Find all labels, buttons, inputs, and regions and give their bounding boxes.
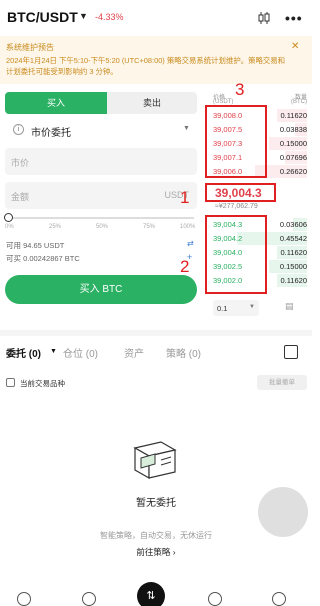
- qty-unit: (BTC): [291, 99, 307, 105]
- tick-100: 100%: [180, 224, 196, 230]
- ask-qty: 0.07696: [279, 153, 307, 162]
- maintenance-notice: 系统维护预告 2024年1月24日 下午5:10-下午5:20 (UTC+08:…: [0, 36, 312, 84]
- close-icon[interactable]: ✕: [291, 41, 299, 52]
- bid-qty: 0.11620: [280, 276, 307, 285]
- bid-qty: 0.03606: [279, 220, 307, 229]
- tab-sell[interactable]: 卖出: [107, 92, 197, 114]
- orders-tabs: 委托 (0) ▼ 仓位 (0) 资产 策略 (0): [0, 343, 312, 363]
- order-history-icon[interactable]: [284, 345, 298, 359]
- bottom-nav: ⇅: [0, 582, 312, 606]
- chevron-down-icon[interactable]: ▼: [50, 348, 57, 355]
- tick-0: 0%: [5, 224, 14, 230]
- annotation-label-bids: 2: [180, 257, 190, 276]
- floating-assistant-button[interactable]: [258, 487, 308, 537]
- amount-slider-handle[interactable]: [4, 213, 13, 222]
- chevron-down-icon[interactable]: ▼: [79, 11, 88, 21]
- order-type-label: 市价委托: [31, 128, 71, 139]
- annotation-box-bids: [205, 215, 267, 294]
- pair-title[interactable]: BTC/USDT: [7, 9, 78, 25]
- tab-orders[interactable]: 委托 (0): [6, 345, 41, 360]
- chevron-down-icon: ▼: [249, 304, 255, 310]
- current-pair-checkbox[interactable]: [6, 378, 15, 387]
- info-icon[interactable]: i: [13, 124, 24, 135]
- current-pair-label: 当前交易品种: [20, 379, 65, 388]
- precision-select[interactable]: 0.1 ▼: [213, 300, 259, 316]
- amount-placeholder: 金额: [11, 192, 30, 202]
- buy-btc-button[interactable]: 买入 BTC: [5, 275, 197, 304]
- annotation-label-last-price: 1: [180, 188, 190, 207]
- annotation-label-asks: 3: [235, 80, 245, 99]
- order-type-select[interactable]: i 市价委托 ▼: [5, 121, 197, 141]
- section-divider: [0, 330, 312, 336]
- go-strategy-link[interactable]: 前往策略 ›: [0, 546, 312, 558]
- bid-qty: 0.11620: [280, 248, 307, 257]
- ask-qty: 0.11620: [280, 111, 307, 120]
- price-change: -4.33%: [95, 12, 124, 22]
- tab-buy[interactable]: 买入: [5, 92, 107, 114]
- batch-cancel-button[interactable]: 批量撤单: [257, 375, 307, 390]
- last-price-fiat: ≈¥277,062.79: [215, 203, 258, 210]
- empty-box-icon: [133, 441, 177, 480]
- annotation-box-last-price: [205, 183, 276, 202]
- price-field[interactable]: 市价: [5, 148, 197, 175]
- discover-icon[interactable]: [208, 592, 222, 606]
- available-btc: 可买 0.00242867 BTC: [6, 254, 80, 263]
- chart-candles-icon[interactable]: [256, 10, 272, 26]
- ask-qty: 0.03838: [279, 125, 307, 134]
- tick-75: 75%: [143, 224, 156, 230]
- top-bar: BTC/USDT ▼ -4.33% •••: [0, 0, 312, 34]
- ask-qty: 0.15000: [279, 139, 307, 148]
- assets-icon[interactable]: [272, 592, 286, 606]
- slider-ticks: 0% 25% 50% 75% 100%: [5, 224, 197, 234]
- ask-qty: 0.26620: [279, 167, 307, 176]
- notice-title: 系统维护预告: [6, 43, 54, 52]
- amount-field[interactable]: 金额 USDT: [5, 182, 197, 209]
- orderbook-view-icon[interactable]: ▤: [285, 301, 294, 312]
- tab-positions[interactable]: 仓位 (0): [63, 345, 98, 360]
- empty-subtitle: 智能策略，自动交易，无休运行: [100, 531, 212, 540]
- more-icon[interactable]: •••: [285, 10, 303, 26]
- tab-assets[interactable]: 资产: [124, 345, 144, 360]
- tick-25: 25%: [49, 224, 62, 230]
- home-icon[interactable]: [17, 592, 31, 606]
- chevron-down-icon: ▼: [183, 125, 190, 132]
- markets-icon[interactable]: [82, 592, 96, 606]
- annotation-box-asks: [205, 105, 267, 178]
- available-usdt: 可用 94.65 USDT: [6, 241, 65, 250]
- trade-icon[interactable]: ⇅: [137, 582, 165, 606]
- notice-body: 2024年1月24日 下午5:10-下午5:20 (UTC+08:00) 策略交…: [6, 56, 286, 76]
- tick-50: 50%: [96, 224, 109, 230]
- price-placeholder: 市价: [11, 158, 30, 168]
- precision-value: 0.1: [217, 304, 228, 313]
- tab-strategies[interactable]: 策略 (0): [166, 345, 201, 360]
- bid-qty: 0.45542: [279, 234, 307, 243]
- bid-qty: 0.15000: [279, 262, 307, 271]
- transfer-icon[interactable]: ⇄: [187, 239, 194, 248]
- amount-slider-track[interactable]: [8, 217, 194, 219]
